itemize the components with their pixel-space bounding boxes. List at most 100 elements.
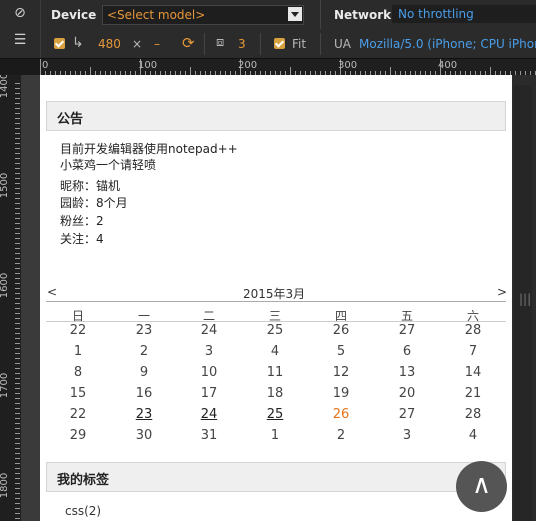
horizontal-ruler: 0 100 200 300 400 [40, 59, 536, 76]
calendar-weekday: 日 [71, 309, 84, 323]
calendar-day: 7 [468, 344, 478, 359]
device-select-value: <Select model> [107, 8, 206, 22]
calendar-day: 22 [69, 407, 87, 422]
toolbar-divider [320, 0, 321, 29]
calendar-day: 27 [398, 323, 416, 338]
swap-dimensions-icon[interactable]: ⟳ [182, 34, 195, 52]
announcement-line: 昵称：锚机 [60, 179, 121, 193]
ruler-label: 0 [42, 60, 49, 71]
calendar-next-link[interactable]: > [497, 285, 507, 299]
calendar-day: 25 [266, 323, 284, 338]
calendar-day: 6 [402, 344, 412, 359]
calendar-weekday: 六 [466, 309, 479, 323]
calendar-day: 20 [398, 386, 416, 401]
calendar-day: 19 [332, 386, 350, 401]
network-label: Network [334, 8, 392, 22]
announcement-header: 公告 [46, 101, 506, 131]
calendar-day[interactable]: 25 [260, 407, 290, 422]
calendar-day: 3 [402, 428, 412, 443]
calendar-day: 9 [139, 365, 149, 380]
ruler-label: 100 [138, 60, 158, 71]
vertical-ruler: 1400 1500 1600 1700 1800 [0, 75, 40, 521]
calendar-divider [46, 301, 506, 302]
calendar-day: 26 [332, 323, 350, 338]
device-toolbar: ⊘ ☰ Device <Select model> Network No thr… [0, 0, 536, 59]
block-icon[interactable]: ⊘ [0, 5, 40, 21]
calendar-day: 31 [200, 428, 218, 443]
toolbar-row-emulation: ↳ 480 × – ⟳ ⧈ 3 Fit UA Mozilla/5.0 (iPho… [40, 30, 536, 58]
emulated-page: 公告 目前开发编辑器使用notepad++ 小菜鸡一个请轻喷 昵称：锚机 园龄：… [40, 75, 512, 521]
calendar-day: 22 [69, 323, 87, 338]
ruler-label: 1600 [0, 272, 11, 299]
calendar-day: 28 [464, 323, 482, 338]
calendar-day: 28 [464, 407, 482, 422]
calendar-day: 2 [139, 344, 149, 359]
calendar-title: 2015年3月 [243, 287, 306, 301]
resolution-checkbox[interactable] [54, 38, 65, 49]
tags-title: 我的标签 [57, 473, 110, 488]
scale-input[interactable]: 3 [238, 37, 246, 51]
network-select-value: No throttling [398, 7, 474, 21]
calendar-day: 16 [135, 386, 153, 401]
calendar-day: 1 [270, 428, 280, 443]
calendar-day: 13 [398, 365, 416, 380]
announcement-line: 小菜鸡一个请轻喷 [60, 158, 157, 172]
height-input[interactable]: – [154, 37, 160, 51]
calendar-day: 17 [200, 386, 218, 401]
announcement-title: 公告 [57, 112, 84, 127]
calendar-day: 24 [200, 323, 218, 338]
calendar-day: 5 [336, 344, 346, 359]
width-input[interactable]: 480 [98, 37, 121, 51]
announcement-line: 粉丝：2 [60, 214, 104, 228]
calendar-day[interactable]: 24 [194, 407, 224, 422]
calendar-day[interactable]: 23 [129, 407, 159, 422]
device-label: Device [51, 8, 97, 22]
calendar-day: 1 [73, 344, 83, 359]
tags-header: 我的标签 [46, 462, 506, 492]
calendar-day: 23 [135, 323, 153, 338]
network-select[interactable]: No throttling [392, 5, 536, 23]
calendar-prev-link[interactable]: < [47, 285, 57, 299]
ruler-label: 200 [238, 60, 258, 71]
media-query-icon[interactable]: ☰ [0, 32, 40, 48]
toolbar-divider [260, 33, 261, 55]
toolbar-divider [204, 33, 205, 55]
calendar-day: 8 [73, 365, 83, 380]
calendar-weekday: 四 [334, 309, 347, 323]
announcement-line: 园龄：8个月 [60, 196, 128, 210]
calendar-day: 2 [336, 428, 346, 443]
calendar-day: 14 [464, 365, 482, 380]
back-to-top-button[interactable]: ∧ [456, 461, 507, 512]
toolbar-row-device: Device <Select model> Network No throttl… [40, 0, 536, 29]
device-pixel-ratio-icon: ⧈ [216, 35, 225, 50]
calendar-day: 10 [200, 365, 218, 380]
ruler-label: 1700 [0, 372, 11, 399]
calendar-day: 15 [69, 386, 87, 401]
calendar-day: 21 [464, 386, 482, 401]
tag-link[interactable]: css(2) [65, 504, 101, 518]
ruler-label: 300 [338, 60, 358, 71]
ruler-label: 1500 [0, 172, 11, 199]
calendar-day: 29 [69, 428, 87, 443]
calendar-day: 30 [135, 428, 153, 443]
calendar-day: 4 [270, 344, 280, 359]
device-select[interactable]: <Select model> [102, 5, 304, 25]
ua-input[interactable]: Mozilla/5.0 (iPhone; CPU iPhone [359, 37, 536, 51]
ruler-label: 1400 [0, 75, 11, 99]
times-symbol: × [132, 37, 143, 51]
calendar-day: 27 [398, 407, 416, 422]
fit-label: Fit [292, 37, 307, 51]
horizontal-ruler-ticks [40, 59, 536, 75]
fit-checkbox[interactable] [274, 38, 285, 49]
ruler-edge [21, 75, 40, 521]
chevron-down-icon[interactable] [288, 7, 302, 21]
calendar-day: 4 [468, 428, 478, 443]
calendar-day: 12 [332, 365, 350, 380]
calendar-weekday: 五 [400, 309, 413, 323]
calendar-day: 3 [204, 344, 214, 359]
toolbar-divider [320, 33, 321, 55]
calendar-weekday: 二 [202, 309, 215, 323]
calendar-weekday: 三 [268, 309, 281, 323]
scroll-grip-icon[interactable]: ||| [519, 292, 531, 306]
ua-label: UA [334, 37, 351, 51]
